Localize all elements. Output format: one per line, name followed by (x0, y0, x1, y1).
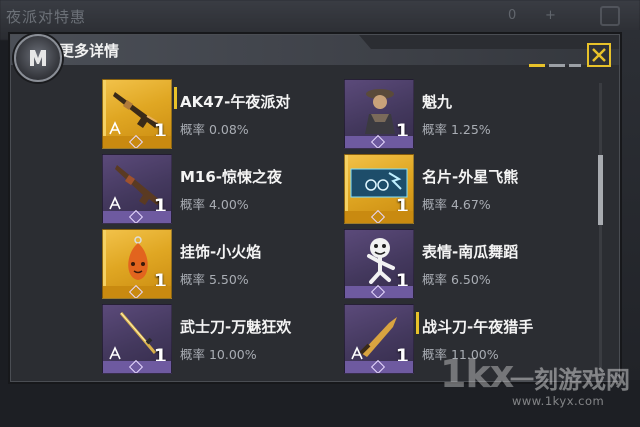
item-name: M16-惊悚之夜 (180, 168, 283, 186)
weapon-type-icon (109, 346, 121, 360)
details-dialog: 更多详情 1 AK47-午夜派对 概率 0.08% 1 魁九 概率 1.25% … (10, 34, 620, 382)
background-stat: 0 (508, 8, 517, 23)
reward-item-kuijiu[interactable]: 1 魁九 概率 1.25% (344, 79, 564, 149)
reward-item-katana[interactable]: 1 武士刀-万魅狂欢 概率 10.00% (102, 304, 322, 374)
item-card: 1 (344, 229, 414, 299)
item-name: 名片-外星飞熊 (422, 168, 519, 186)
item-rate: 概率 1.25% (422, 122, 491, 137)
reward-item-charm[interactable]: 1 挂饰-小火焰 概率 5.50% (102, 229, 322, 299)
weapon-type-icon (109, 196, 121, 210)
item-rate: 概率 6.50% (422, 272, 491, 287)
reward-item-namecard[interactable]: 1 名片-外星飞熊 概率 4.67% (344, 154, 564, 224)
dialog-title: 更多详情 (59, 42, 120, 60)
item-card: 1 (102, 154, 172, 224)
item-name: 表情-南瓜舞蹈 (422, 243, 519, 261)
reward-item-m16[interactable]: 1 M16-惊悚之夜 概率 4.00% (102, 154, 322, 224)
item-rate: 概率 4.00% (180, 197, 249, 212)
scrollbar-track[interactable] (599, 83, 602, 373)
selected-marker (174, 87, 177, 109)
reward-item-ak47[interactable]: 1 AK47-午夜派对 概率 0.08% (102, 79, 322, 149)
close-icon (592, 48, 606, 62)
item-card: 1 (102, 229, 172, 299)
item-name: 武士刀-万魅狂欢 (180, 318, 292, 336)
close-button[interactable] (587, 43, 611, 67)
item-name: AK47-午夜派对 (180, 93, 291, 111)
page-indicator (569, 64, 581, 67)
item-card: 1 (344, 304, 414, 374)
item-rate: 概率 5.50% (180, 272, 249, 287)
reward-item-emote[interactable]: 1 表情-南瓜舞蹈 概率 6.50% (344, 229, 564, 299)
page-indicator-active (529, 64, 545, 67)
item-card: 1 (102, 79, 172, 149)
item-card: 1 (102, 304, 172, 374)
item-name: 战斗刀-午夜猎手 (422, 318, 534, 336)
background-settings-icon (600, 6, 620, 26)
background-title: 夜派对特惠 (6, 8, 87, 26)
game-logo-icon (14, 34, 62, 82)
watermark-url: www.1kyx.com (512, 394, 605, 408)
item-rate: 概率 0.08% (180, 122, 249, 137)
item-card: 1 (344, 154, 414, 224)
selected-marker (416, 312, 419, 334)
item-rate: 概率 10.00% (180, 347, 257, 362)
background-stat-plus: + (545, 8, 556, 23)
item-name: 挂饰-小火焰 (180, 243, 262, 261)
item-rate: 概率 4.67% (422, 197, 491, 212)
watermark-logo: 1kx (440, 352, 514, 396)
page-indicator (549, 64, 565, 67)
weapon-type-icon (109, 121, 121, 135)
watermark-text: 一刻游戏网 (510, 366, 630, 394)
item-card: 1 (344, 79, 414, 149)
scrollbar-thumb[interactable] (598, 155, 603, 225)
weapon-type-icon (351, 346, 363, 360)
item-name: 魁九 (422, 93, 453, 111)
